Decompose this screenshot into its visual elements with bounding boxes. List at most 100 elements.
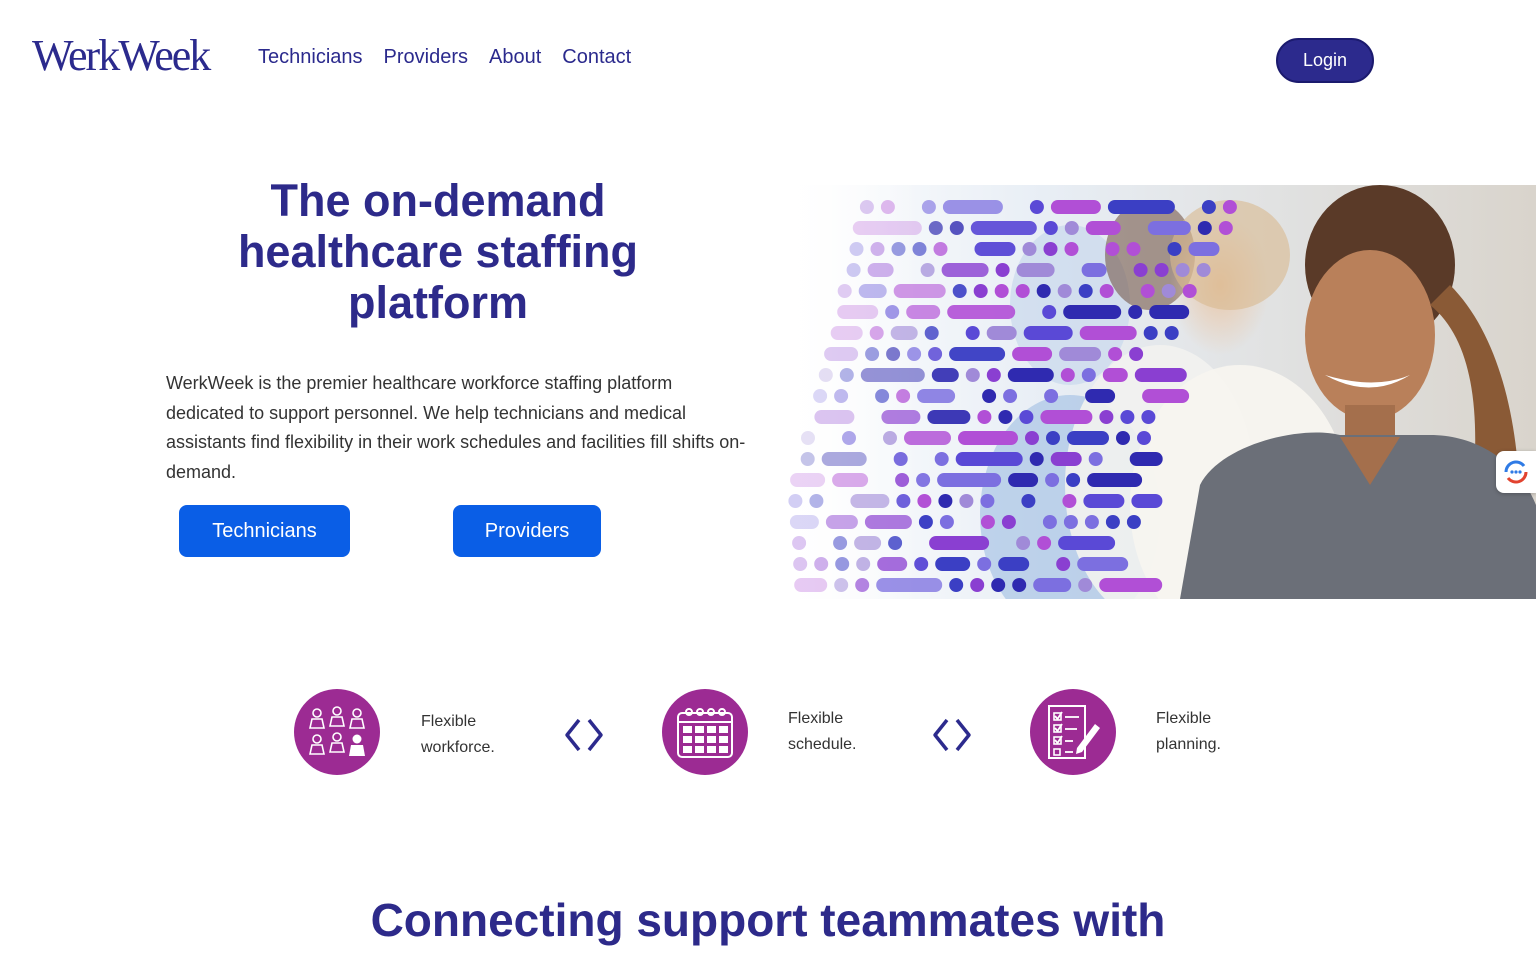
nav-link-contact[interactable]: Contact xyxy=(562,46,631,69)
pattern-dot xyxy=(849,242,864,256)
pattern-dot xyxy=(1066,473,1081,487)
pattern-dot xyxy=(1108,347,1123,361)
pattern-dot xyxy=(965,326,980,340)
pattern-dot xyxy=(1081,263,1107,277)
pattern-dot xyxy=(1116,431,1130,445)
pattern-dot xyxy=(834,389,849,403)
pattern-dot xyxy=(1140,284,1155,298)
pattern-dot xyxy=(896,494,911,508)
checklist-icon xyxy=(1030,689,1116,775)
pattern-dot xyxy=(1197,221,1212,235)
pattern-dot xyxy=(813,389,828,403)
pattern-dot xyxy=(850,494,890,508)
pattern-dot xyxy=(938,494,953,508)
technicians-button[interactable]: Technicians xyxy=(179,505,350,557)
pattern-dot xyxy=(937,473,1002,487)
pattern-dot xyxy=(1196,263,1211,277)
pattern-dot xyxy=(935,557,971,571)
pattern-dot xyxy=(801,431,815,445)
pattern-dot xyxy=(1126,515,1141,529)
pattern-dot xyxy=(1105,515,1120,529)
chat-widget[interactable] xyxy=(1496,451,1536,493)
pattern-dot xyxy=(1143,326,1158,340)
pattern-dot xyxy=(809,494,824,508)
pattern-dot xyxy=(1120,410,1135,424)
pattern-dot xyxy=(830,326,863,340)
pattern-dot xyxy=(891,242,906,256)
pattern-dot xyxy=(1077,557,1129,571)
hero-title: The on-demand healthcare staffing platfo… xyxy=(237,175,639,328)
feature-planning: Flexible planning. xyxy=(1156,710,1221,753)
pattern-dot xyxy=(1134,368,1187,382)
pattern-dot xyxy=(980,515,995,529)
pattern-dot xyxy=(855,578,870,592)
pattern-dot xyxy=(1019,410,1034,424)
pattern-dot xyxy=(941,263,989,277)
pattern-dot xyxy=(835,557,850,571)
pattern-dot xyxy=(1003,389,1018,403)
feature-schedule: Flexible schedule. xyxy=(788,710,857,753)
pattern-dot xyxy=(1064,221,1079,235)
logo[interactable]: WerkWeek xyxy=(32,30,211,81)
pattern-dot xyxy=(1164,326,1179,340)
pattern-dot xyxy=(973,284,988,298)
pattern-dot xyxy=(1042,515,1057,529)
pattern-dot xyxy=(1137,431,1151,445)
pattern-dot xyxy=(1154,263,1169,277)
pattern-dot xyxy=(918,515,933,529)
pattern-dot xyxy=(1175,263,1190,277)
pattern-dot xyxy=(977,410,992,424)
pattern-dot xyxy=(837,284,852,298)
section-title: Connecting support teammates with xyxy=(370,894,1166,946)
pattern-dot xyxy=(986,368,1001,382)
pattern-dot xyxy=(927,410,971,424)
login-button[interactable]: Login xyxy=(1276,38,1374,83)
chat-icon xyxy=(1504,460,1528,484)
pattern-dot xyxy=(890,326,918,340)
pattern-dot xyxy=(1067,431,1109,445)
pattern-dot xyxy=(1046,431,1060,445)
pattern-dot xyxy=(995,263,1010,277)
pattern-dot xyxy=(790,473,826,487)
pattern-dot xyxy=(928,347,943,361)
pattern-dot xyxy=(1131,494,1163,508)
pattern-dot xyxy=(1182,284,1197,298)
code-chevrons-icon xyxy=(565,718,603,752)
pattern-dot xyxy=(1001,515,1016,529)
nav-link-technicians[interactable]: Technicians xyxy=(258,46,363,69)
pattern-dot xyxy=(842,431,856,445)
pattern-dot xyxy=(792,536,807,550)
pattern-dot xyxy=(977,557,992,571)
pattern-dot xyxy=(1044,389,1059,403)
pattern-dot xyxy=(789,515,819,529)
pattern-dot xyxy=(870,242,885,256)
pattern-dot xyxy=(1085,221,1121,235)
pattern-dot xyxy=(814,410,855,424)
pattern-dot xyxy=(970,221,1037,235)
pattern-dot xyxy=(982,389,997,403)
pattern-dot xyxy=(1129,452,1163,466)
pattern-dot xyxy=(1087,473,1143,487)
pattern-dot xyxy=(867,263,894,277)
pattern-dot xyxy=(906,305,941,319)
pattern-dot xyxy=(893,452,908,466)
pattern-dot xyxy=(991,578,1006,592)
pattern-dot xyxy=(846,263,861,277)
pattern-dot xyxy=(1079,326,1137,340)
pattern-dot xyxy=(998,557,1030,571)
pattern-dot xyxy=(1218,221,1233,235)
pattern-dot xyxy=(1063,305,1122,319)
pattern-dot xyxy=(1142,389,1190,403)
pattern-dot xyxy=(865,347,880,361)
hero-image xyxy=(780,185,1536,599)
nav-link-about[interactable]: About xyxy=(489,46,541,69)
pattern-dot xyxy=(1021,494,1036,508)
nav-link-providers[interactable]: Providers xyxy=(384,46,468,69)
pattern-dot xyxy=(818,368,833,382)
pattern-dot xyxy=(949,221,964,235)
pattern-dot xyxy=(952,284,967,298)
pattern-dot xyxy=(917,494,932,508)
pattern-dot xyxy=(1036,284,1051,298)
providers-button[interactable]: Providers xyxy=(453,505,601,557)
hero-photo xyxy=(780,185,1536,599)
